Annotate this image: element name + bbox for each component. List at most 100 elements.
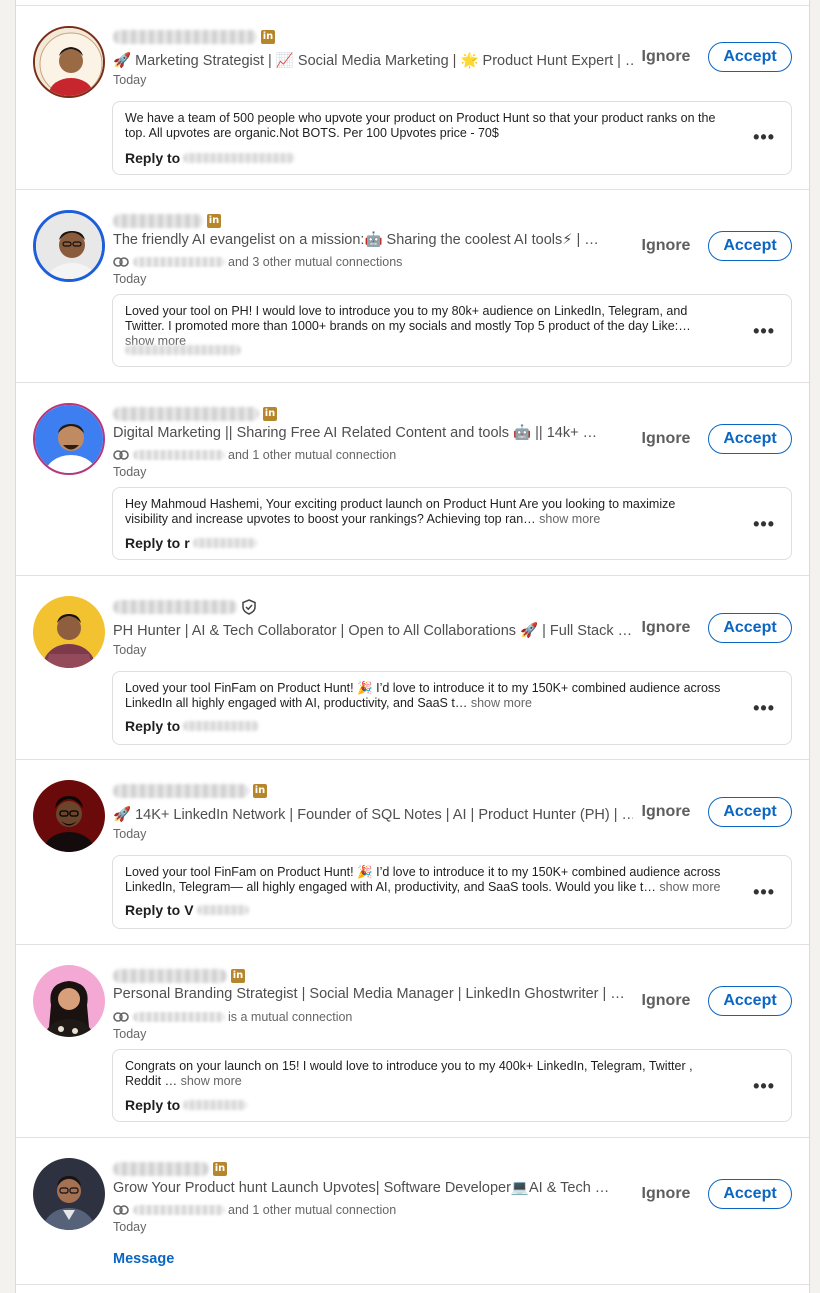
more-options-icon[interactable]: ••• — [753, 322, 775, 340]
accept-button[interactable]: Accept — [708, 42, 792, 72]
name-row: in — [113, 967, 245, 985]
show-more-link[interactable]: show more — [181, 1074, 242, 1088]
mutual-text: and 1 other mutual connection — [228, 448, 397, 462]
mutual-connections-icon — [113, 1205, 129, 1215]
linkedin-premium-icon: in — [213, 1162, 227, 1176]
blurred-reply-name — [183, 721, 260, 731]
headline: Grow Your Product hunt Launch Upvotes| S… — [113, 1180, 610, 1196]
linkedin-premium-icon: in — [231, 969, 245, 983]
ignore-button[interactable]: Ignore — [628, 41, 704, 73]
blurred-mutual-name — [133, 1012, 225, 1022]
timestamp: Today — [113, 1220, 147, 1234]
more-options-icon[interactable]: ••• — [753, 128, 775, 146]
verified-shield-icon — [242, 599, 256, 615]
message-box: Congrats on your launch on 15! I would l… — [112, 1049, 792, 1122]
mutual-connections[interactable]: is a mutual connection — [113, 1010, 352, 1024]
accept-button[interactable]: Accept — [708, 1179, 792, 1209]
accept-button[interactable]: Accept — [708, 613, 792, 643]
avatar[interactable] — [33, 1158, 105, 1230]
reply-link[interactable]: Reply to — [125, 150, 296, 166]
avatar[interactable] — [33, 403, 105, 475]
linkedin-premium-icon: in — [207, 214, 221, 228]
message-text: Loved your tool FinFam on Product Hunt! … — [125, 865, 721, 895]
message-text: We have a team of 500 people who upvote … — [125, 111, 716, 140]
message-box: Hey Mahmoud Hashemi, Your exciting produ… — [112, 487, 792, 560]
show-more-link[interactable]: show more — [659, 880, 720, 894]
avatar[interactable] — [33, 210, 105, 282]
avatar[interactable] — [33, 965, 105, 1037]
headline: Personal Branding Strategist | Social Me… — [113, 986, 625, 1002]
message-text: Hey Mahmoud Hashemi, Your exciting produ… — [125, 497, 721, 527]
show-more-link[interactable]: show more — [471, 696, 532, 710]
avatar[interactable] — [33, 26, 105, 98]
avatar[interactable] — [33, 780, 105, 852]
blurred-reply-name — [192, 538, 257, 548]
name-row — [113, 598, 257, 616]
headline: The friendly AI evangelist on a mission:… — [113, 232, 599, 248]
blurred-reply-name — [183, 153, 296, 163]
mutual-connections-icon — [113, 1012, 129, 1022]
invitation-card: in 🚀 14K+ LinkedIn Network | Founder of … — [16, 759, 809, 945]
blurred-name[interactable] — [113, 969, 227, 983]
headline: Digital Marketing || Sharing Free AI Rel… — [113, 425, 598, 441]
headline: 🚀 Marketing Strategist | 📈 Social Media … — [113, 53, 633, 69]
reply-label: Reply to — [125, 150, 181, 166]
reply-link[interactable] — [125, 345, 241, 355]
message-box: We have a team of 500 people who upvote … — [112, 101, 792, 175]
accept-button[interactable]: Accept — [708, 231, 792, 261]
accept-button[interactable]: Accept — [708, 424, 792, 454]
name-row: in — [113, 782, 267, 800]
more-options-icon[interactable]: ••• — [753, 883, 775, 901]
reply-label: Reply to — [125, 1097, 181, 1113]
mutual-text: is a mutual connection — [228, 1010, 353, 1024]
ignore-button[interactable]: Ignore — [628, 230, 704, 262]
reply-initial: V — [184, 902, 194, 918]
ignore-button[interactable]: Ignore — [628, 796, 704, 828]
invitation-card: in Grow Your Product hunt Launch Upvotes… — [16, 1137, 809, 1285]
more-options-icon[interactable]: ••• — [753, 515, 775, 533]
reply-label: Reply to — [125, 535, 181, 551]
blurred-name[interactable] — [113, 784, 249, 798]
message-text: Loved your tool FinFam on Product Hunt! … — [125, 681, 721, 711]
ignore-button[interactable]: Ignore — [628, 612, 704, 644]
blurred-mutual-name — [133, 450, 225, 460]
blurred-name[interactable] — [113, 1162, 209, 1176]
message-body: Loved your tool FinFam on Product Hunt! … — [125, 865, 721, 894]
message-button[interactable]: Message — [113, 1251, 174, 1267]
mutual-connections[interactable]: and 1 other mutual connection — [113, 1203, 396, 1217]
message-text: Congrats on your launch on 15! I would l… — [125, 1059, 721, 1089]
show-more-link[interactable]: show more — [539, 512, 600, 526]
reply-link[interactable]: Reply to — [125, 1097, 248, 1113]
blurred-name[interactable] — [113, 214, 203, 228]
message-body: Loved your tool FinFam on Product Hunt! … — [125, 681, 721, 710]
linkedin-premium-icon: in — [253, 784, 267, 798]
avatar[interactable] — [33, 596, 105, 668]
reply-link[interactable]: Reply to r — [125, 535, 257, 551]
timestamp: Today — [113, 73, 147, 87]
linkedin-premium-icon: in — [263, 407, 277, 421]
more-options-icon[interactable]: ••• — [753, 699, 775, 717]
blurred-reply-name — [196, 905, 249, 915]
ignore-button[interactable]: Ignore — [628, 1178, 704, 1210]
ignore-button[interactable]: Ignore — [628, 985, 704, 1017]
reply-label: Reply to — [125, 718, 181, 734]
reply-link[interactable]: Reply to V — [125, 902, 249, 918]
mutual-connections[interactable]: and 1 other mutual connection — [113, 448, 396, 462]
blurred-name[interactable] — [113, 30, 257, 44]
blurred-reply-name — [183, 1100, 248, 1110]
message-box: Loved your tool on PH! I would love to i… — [112, 294, 792, 367]
more-options-icon[interactable]: ••• — [753, 1077, 775, 1095]
invitation-card: in 🚀 Marketing Strategist | 📈 Social Med… — [16, 5, 809, 190]
accept-button[interactable]: Accept — [708, 797, 792, 827]
message-box: Loved your tool FinFam on Product Hunt! … — [112, 855, 792, 929]
blurred-name[interactable] — [113, 600, 237, 614]
timestamp: Today — [113, 272, 147, 286]
mutual-text: and 3 other mutual connections — [228, 255, 403, 269]
mutual-connections[interactable]: and 3 other mutual connections — [113, 255, 402, 269]
reply-link[interactable]: Reply to — [125, 718, 260, 734]
accept-button[interactable]: Accept — [708, 986, 792, 1016]
blurred-name[interactable] — [113, 407, 259, 421]
message-body: Loved your tool on PH! I would love to i… — [125, 304, 691, 333]
ignore-button[interactable]: Ignore — [628, 423, 704, 455]
message-text: Loved your tool on PH! I would love to i… — [125, 304, 721, 349]
